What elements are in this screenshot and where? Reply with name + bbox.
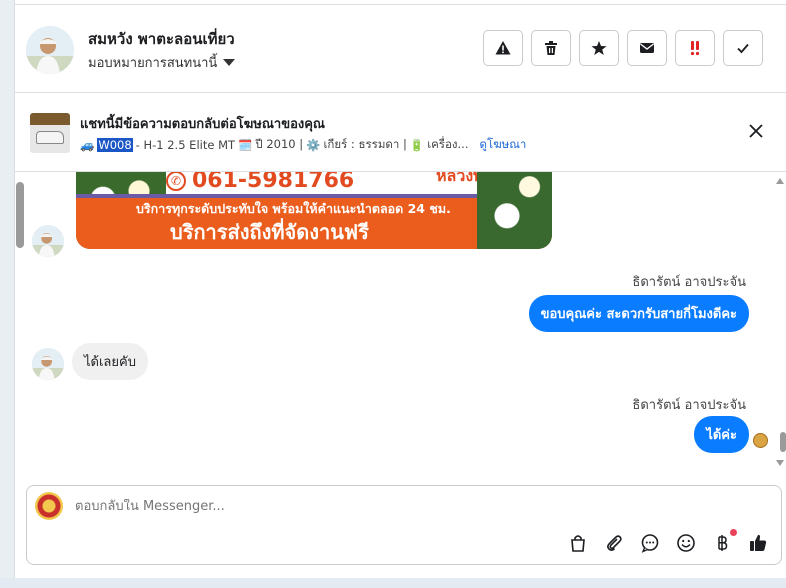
conversation-header: สมหวัง พาตะลอนเที่ยว มอบหมายการสนทนานี้	[15, 5, 786, 93]
sender-name: ธิดารัตน์ อาจประจัน	[632, 398, 746, 413]
message-bubble-outgoing[interactable]: ขอบคุณค่ะ สะดวกรับสายกี่โมงดีคะ	[528, 295, 749, 332]
ad-reply-bar: แชทนี้มีข้อความตอบกลับต่อโฆษณาของคุณ 🚙 W…	[15, 93, 786, 172]
saved-replies-button[interactable]	[639, 532, 661, 554]
payment-button[interactable]	[711, 529, 737, 554]
message-list[interactable]: ✆ 061-5981766 หลวงพ่อ บริการทุกระดับประท…	[15, 172, 786, 480]
report-button[interactable]	[483, 30, 523, 66]
banner-line-2: บริการส่งถึงที่จัดงานฟรี	[170, 220, 369, 244]
attach-button[interactable]	[603, 532, 625, 554]
seen-avatar-icon	[753, 433, 768, 448]
smiley-icon	[677, 534, 695, 552]
assign-conversation-dropdown[interactable]: มอบหมายการสนทนานี้	[88, 52, 236, 73]
thumbs-up-icon	[750, 534, 767, 551]
envelope-icon	[640, 43, 654, 53]
done-button[interactable]	[723, 30, 763, 66]
ad-gear: เกียร์ : ธรรมดา |	[323, 137, 407, 151]
spam-button[interactable]	[675, 30, 715, 66]
ad-summary: 🚙 W008 - H-1 2.5 Elite MT 🗓️ ปี 2010 | ⚙…	[80, 136, 526, 154]
gear-emoji-icon: ⚙️	[306, 138, 321, 152]
bag-button[interactable]	[567, 532, 589, 554]
baht-icon	[718, 535, 728, 551]
ad-model: - H-1 2.5 Elite MT	[135, 138, 236, 152]
composer-tools	[567, 529, 769, 554]
paperclip-icon	[607, 535, 622, 551]
emoji-button[interactable]	[675, 532, 697, 554]
left-scrollbar[interactable]	[15, 166, 25, 466]
reply-composer	[26, 485, 782, 565]
trash-icon	[545, 41, 557, 55]
image-attachment[interactable]: ✆ 061-5981766 หลวงพ่อ บริการทุกระดับประท…	[76, 172, 552, 249]
reply-input[interactable]	[75, 499, 575, 514]
double-exclamation-icon	[690, 41, 700, 56]
car-emoji-icon: 🚙	[80, 138, 95, 152]
delete-button[interactable]	[531, 30, 571, 66]
right-scrollbar-thumb[interactable]	[780, 432, 786, 452]
banner-phone: ✆ 061-5981766	[166, 172, 354, 193]
ad-thumbnail[interactable]	[30, 113, 70, 153]
ad-code: W008	[97, 138, 133, 152]
contact-name: สมหวัง พาตะลอนเที่ยว	[88, 30, 235, 48]
star-icon	[591, 41, 607, 55]
mail-button[interactable]	[627, 30, 667, 66]
like-button[interactable]	[747, 532, 769, 554]
scroll-up-arrow-icon[interactable]	[776, 178, 784, 184]
caret-down-icon	[223, 59, 236, 66]
star-button[interactable]	[579, 30, 619, 66]
left-scrollbar-thumb[interactable]	[16, 182, 24, 248]
flowers-decoration-right	[477, 172, 552, 249]
car-image	[36, 131, 64, 144]
warning-icon	[495, 41, 511, 55]
contact-avatar-small[interactable]	[32, 348, 64, 380]
banner-phone-number: 061-5981766	[192, 172, 355, 193]
header-actions	[483, 30, 763, 66]
battery-emoji-icon: 🔋	[409, 138, 425, 152]
contact-avatar-small[interactable]	[32, 225, 64, 257]
scroll-down-arrow-icon[interactable]	[776, 460, 784, 466]
contact-avatar[interactable]	[26, 26, 74, 74]
close-icon[interactable]	[748, 123, 764, 139]
ad-year: ปี 2010 |	[255, 137, 304, 151]
sender-name: ธิดารัตน์ อาจประจัน	[632, 275, 746, 290]
calendar-emoji-icon: 🗓️	[238, 138, 253, 152]
phone-icon: ✆	[166, 172, 186, 191]
view-ad-link[interactable]: ดูโฆษณา	[479, 136, 526, 154]
check-icon	[737, 43, 749, 54]
message-bubble-incoming[interactable]: ได้เลยคับ	[72, 343, 148, 380]
bag-icon	[571, 535, 585, 552]
page-footer-strip	[0, 578, 786, 588]
notification-dot	[730, 529, 737, 536]
chat-bubble-icon	[641, 534, 659, 553]
page-avatar	[35, 492, 63, 520]
assign-label: มอบหมายการสนทนานี้	[88, 56, 218, 71]
message-bubble-outgoing[interactable]: ได้ค่ะ	[694, 416, 749, 453]
ad-title: แชทนี้มีข้อความตอบกลับต่อโฆษณาของคุณ	[80, 117, 325, 132]
ad-engine: เครื่อง...	[427, 137, 469, 151]
conversation-panel: สมหวัง พาตะลอนเที่ยว มอบหมายการสนทนานี้	[14, 0, 786, 588]
